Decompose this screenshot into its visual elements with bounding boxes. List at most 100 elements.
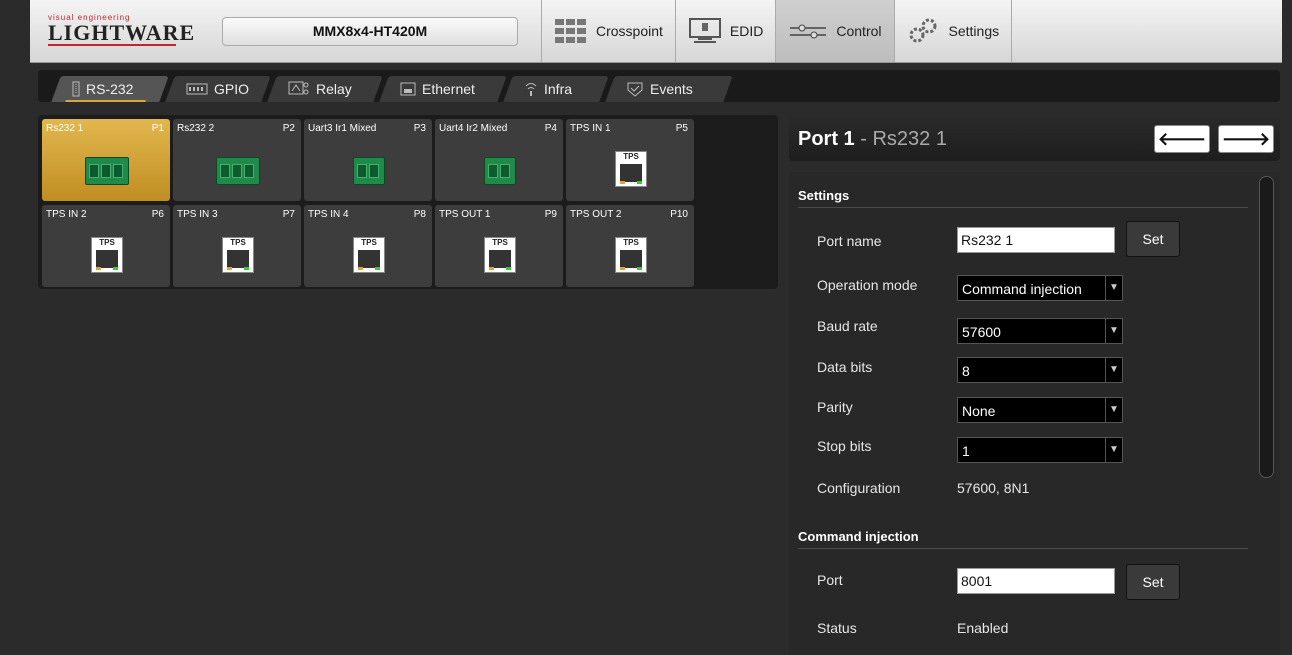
data-bits-select[interactable]: 8 ▼ [957,357,1123,383]
port-name-label: Port name [817,233,882,249]
command-injection-section-header: Command injection [798,529,919,544]
top-bar: visual engineering LIGHTWARE MMX8x4-HT42… [30,0,1282,63]
port-detail-header: Port 1 - Rs232 1 🡐 🡒 [789,117,1280,161]
arrow-right-icon: 🡒 [1221,129,1271,149]
stop-bits-select[interactable]: 1 ▼ [957,437,1123,463]
tps-connector-icon: TPS [91,237,123,273]
cmd-port-input[interactable]: 8001 [957,568,1115,594]
status-value: Enabled [957,620,1009,636]
port-name-input[interactable]: Rs232 1 [957,227,1115,253]
subtab-ethernet[interactable]: Ethernet [379,76,507,102]
serial-connector-icon [484,157,516,185]
sliders-icon [790,24,827,39]
port-cell[interactable]: TPS IN 3 P7 TPS [173,205,301,287]
cmd-port-set-button[interactable]: Set [1126,564,1180,600]
port-cell-number: P10 [670,209,688,220]
subtab-rs232[interactable]: RS-232 [51,76,169,102]
logo-underline [48,44,176,46]
tps-led-amber [227,267,232,270]
tps-led-green [637,267,642,270]
tab-crosspoint-label: Crosspoint [596,23,663,39]
port-detail-title-sep: - [854,128,873,150]
tps-connector-label: TPS [492,238,508,247]
subtab-events[interactable]: Events [605,76,733,102]
tab-control-label: Control [836,23,882,39]
tps-led-green [244,267,249,270]
tps-led-green [506,267,511,270]
port-cell[interactable]: TPS OUT 1 P9 TPS [435,205,563,287]
port-settings-panel: Settings Port name Rs232 1 Set Operation… [789,172,1280,655]
tab-control[interactable]: Control [775,0,894,62]
baud-rate-select[interactable]: 57600 ▼ [957,318,1123,344]
port-cell-number: P1 [151,123,164,134]
monitor-icon [688,18,721,43]
tab-crosspoint[interactable]: Crosspoint [541,0,675,62]
prev-port-button[interactable]: 🡐 [1154,125,1210,153]
tab-settings-label: Settings [948,23,1000,39]
settings-section-header: Settings [798,188,850,203]
subtab-relay[interactable]: Relay [267,76,383,102]
port-cell-number: P3 [413,123,426,134]
ethernet-icon [400,82,416,96]
tps-led-green [375,267,380,270]
subtab-events-label: Events [650,81,693,97]
tps-led-amber [96,267,101,270]
chevron-down-icon: ▼ [1105,438,1122,462]
port-name-set-button[interactable]: Set [1126,221,1180,257]
tps-jack [620,164,642,182]
parity-value: None [962,403,996,419]
port-cell-name: Uart4 Ir2 Mixed [439,123,508,134]
subtab-gpio[interactable]: GPIO [165,76,271,102]
tps-led-green [113,267,118,270]
active-tab-underline [65,100,146,102]
connector-pin [357,164,367,178]
operation-mode-select[interactable]: Command injection ▼ [957,275,1123,301]
serial-port-icon [72,81,80,97]
tps-connector-icon: TPS [484,237,516,273]
port-grid: Rs232 1 P1 Rs232 2 P2 Uart3 Ir1 Mixed P3 Uart4… [38,115,778,289]
subtab-infra[interactable]: Infra [503,76,609,102]
data-bits-value: 8 [962,363,970,379]
port-cell-number: P6 [151,209,164,220]
port-detail-title-name: Rs232 1 [872,128,947,150]
serial-connector-icon [85,157,129,185]
port-cell-number: P9 [544,209,557,220]
relay-icon [288,81,309,95]
stop-bits-label: Stop bits [817,438,872,454]
port-cell[interactable]: TPS OUT 2 P10 TPS [566,205,694,287]
connector-pin [244,164,254,178]
tps-connector-icon: TPS [222,237,254,273]
port-cell-name: TPS IN 2 [46,209,87,220]
baud-rate-label: Baud rate [817,318,878,334]
tps-jack [489,250,511,268]
tab-edid[interactable]: EDID [674,0,775,62]
port-cell-number: P4 [544,123,557,134]
subtab-relay-label: Relay [316,81,352,97]
connector-pin [488,164,498,178]
connector-pin [500,164,510,178]
port-cell[interactable]: Uart4 Ir2 Mixed P4 [435,119,563,201]
port-cell-name: Rs232 1 [46,123,84,134]
infrared-icon [525,83,537,96]
port-cell-name: TPS IN 1 [570,123,611,134]
parity-select[interactable]: None ▼ [957,397,1123,423]
tps-connector-icon: TPS [353,237,385,273]
port-cell[interactable]: Rs232 2 P2 [173,119,301,201]
gears-icon [909,18,937,43]
operation-mode-value: Command injection [962,281,1082,297]
port-cell[interactable]: Uart3 Ir1 Mixed P3 [304,119,432,201]
port-cell[interactable]: TPS IN 2 P6 TPS [42,205,170,287]
port-cell[interactable]: TPS IN 1 P5 TPS [566,119,694,201]
tps-connector-label: TPS [623,152,639,161]
port-cell[interactable]: TPS IN 4 P8 TPS [304,205,432,287]
panel-scrollbar[interactable] [1259,176,1274,478]
chevron-down-icon: ▼ [1105,398,1122,422]
gpio-icon [186,83,208,95]
device-name-box[interactable]: MMX8x4-HT420M [222,17,518,46]
port-cell[interactable]: Rs232 1 P1 [42,119,170,201]
main-nav: Crosspoint EDID Control Settings [541,0,1013,62]
port-cell-name: TPS IN 4 [308,209,349,220]
next-port-button[interactable]: 🡒 [1218,125,1274,153]
tab-settings[interactable]: Settings [893,0,1013,62]
port-cell-name: Rs232 2 [177,123,215,134]
